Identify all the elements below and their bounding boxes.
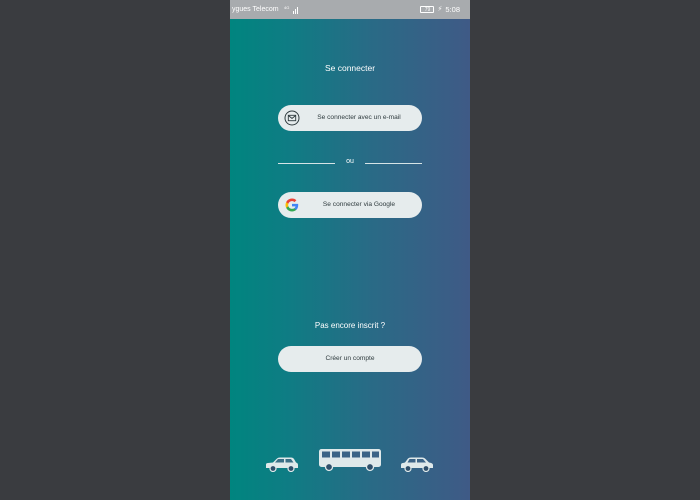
battery-level: 79: [424, 7, 431, 13]
status-bar: ygues Telecom 4G 79 ⚡ 5:08: [230, 0, 470, 19]
network-type: 4G: [284, 5, 289, 10]
bus-icon: [319, 449, 381, 472]
create-account-button[interactable]: Créer un compte: [278, 346, 422, 372]
email-login-button[interactable]: Se connecter avec un e-mail: [278, 105, 422, 131]
signup-prompt: Pas encore inscrit ?: [314, 321, 386, 330]
separator-line-right: [365, 163, 422, 164]
create-account-label: Créer un compte: [325, 355, 375, 362]
google-login-label: Se connecter via Google: [322, 201, 396, 208]
status-right: 79 ⚡ 5:08: [420, 0, 460, 19]
email-login-label: Se connecter avec un e-mail: [317, 114, 401, 121]
google-login-button[interactable]: Se connecter via Google: [278, 192, 422, 218]
phone-screen: ygues Telecom 4G 79 ⚡ 5:08 Se connecter …: [230, 0, 470, 500]
separator-text: ou: [346, 158, 354, 165]
separator-line-left: [278, 163, 335, 164]
car-icon: [266, 457, 298, 472]
clock: 5:08: [445, 5, 460, 14]
signal-icon: 4G: [284, 5, 298, 14]
car-icon: [401, 457, 433, 472]
battery-icon: 79: [420, 6, 435, 13]
carrier-name: ygues Telecom: [232, 6, 279, 13]
charging-icon: ⚡: [437, 6, 443, 13]
page-title: Se connecter: [324, 63, 376, 73]
